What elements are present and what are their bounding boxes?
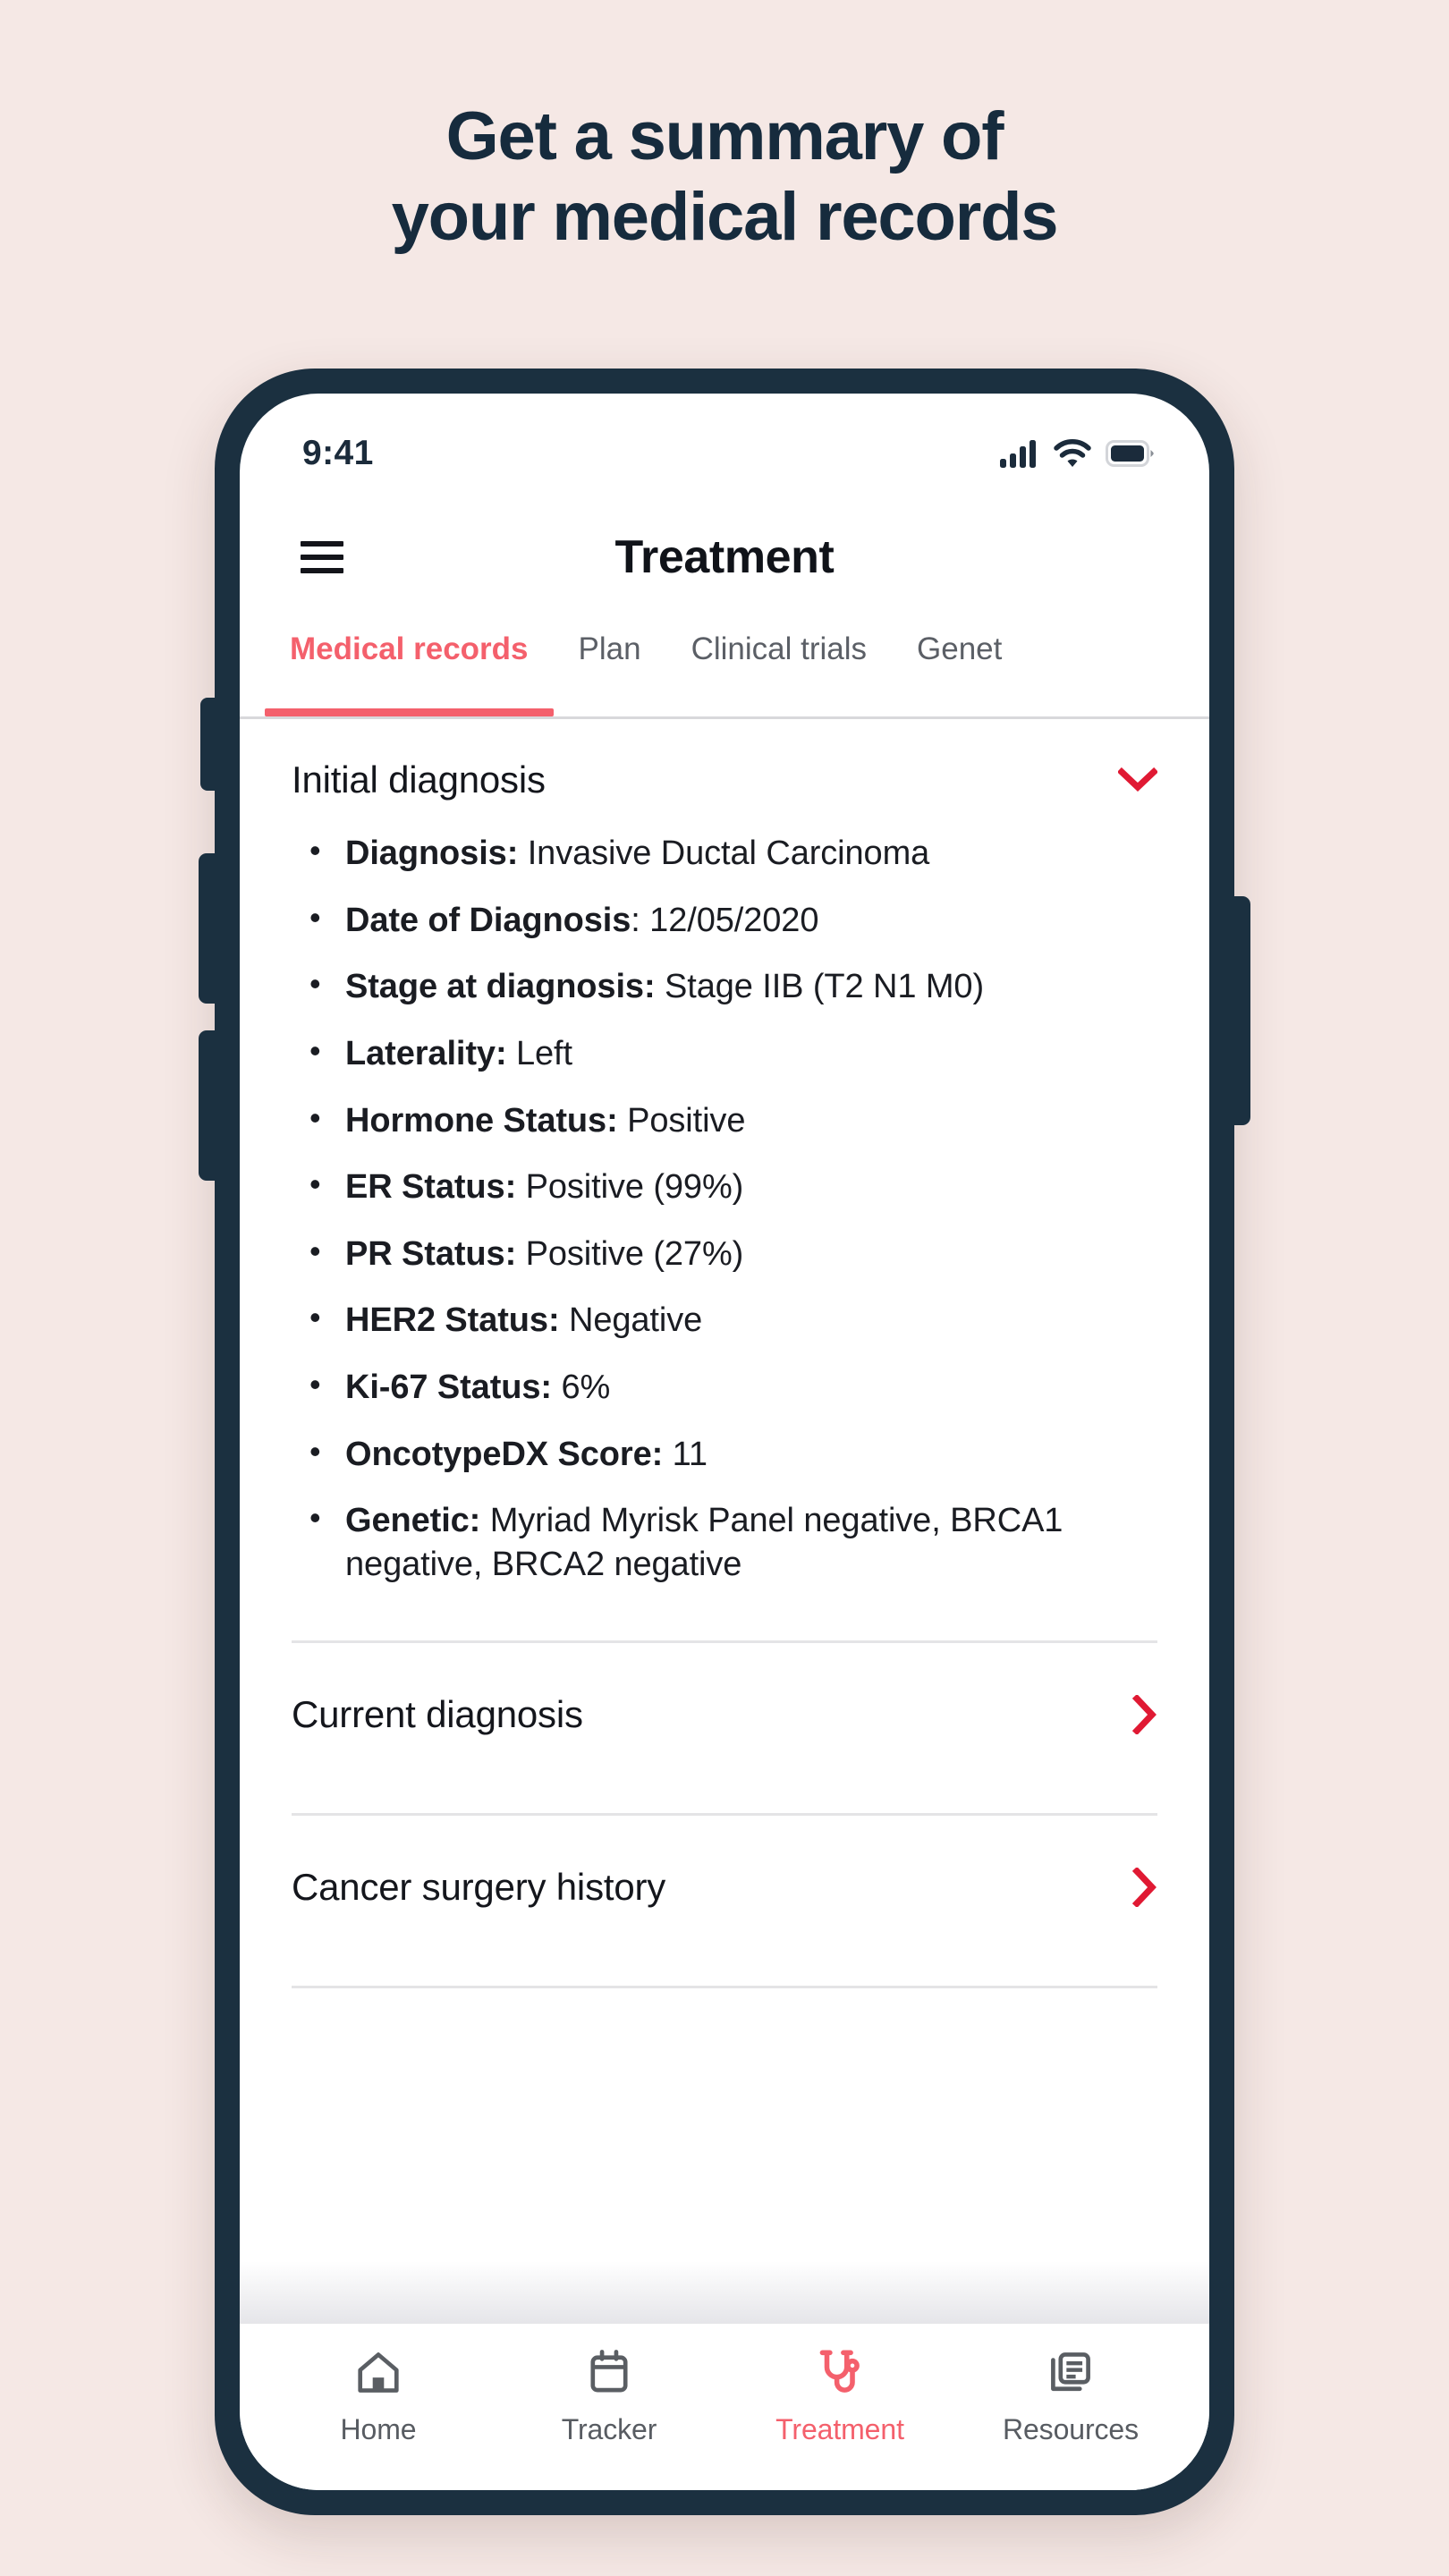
nav-label: Tracker [561,2413,657,2445]
item-label: Stage at diagnosis: [345,968,656,1006]
nav-item-resources[interactable]: Resources [955,2347,1186,2446]
medical-records-content: Initial diagnosis Diagnosis: Invasive Du… [240,719,1209,2324]
item-label: ER Status: [345,1168,517,1207]
section-header-current-diagnosis[interactable]: Current diagnosis [286,1643,1163,1786]
calendar-icon [584,2347,634,2399]
list-item: PR Status: Positive (27%) [306,1231,1163,1276]
item-label: Laterality: [345,1034,507,1072]
item-value: Positive [627,1101,746,1140]
item-value: Positive (27%) [525,1234,744,1273]
tab-label: Clinical trials [691,631,867,666]
item-label: Genetic: [345,1502,481,1540]
volume-up-button[interactable] [199,853,216,1004]
power-button[interactable] [1233,896,1250,1125]
item-value: Stage IIB (T2 N1 M0) [664,968,984,1006]
list-item: ER Status: Positive (99%) [306,1164,1163,1209]
mute-switch-button[interactable] [200,698,216,791]
stethoscope-icon [814,2347,866,2399]
phone-screen: 9:41 Treatment Medical records Plan Clin… [240,394,1209,2490]
list-item: Date of Diagnosis: 12/05/2020 [306,897,1163,943]
hamburger-bar [301,568,343,573]
article-icon [1046,2347,1096,2399]
nav-item-tracker[interactable]: Tracker [494,2347,724,2446]
headline-line-2: your medical records [391,178,1059,255]
item-label: HER2 Status: [345,1301,560,1340]
nav-label: Treatment [775,2413,904,2445]
tab-label: Plan [578,631,641,666]
hamburger-bar [301,541,343,547]
item-value: 6% [561,1368,611,1406]
tab-bar: Medical records Plan Clinical trials Gen… [240,615,1209,719]
item-label: Date of Diagnosis [345,901,631,939]
list-item: Diagnosis: Invasive Ductal Carcinoma [306,830,1163,876]
section-title: Current diagnosis [292,1692,583,1735]
tab-plan[interactable]: Plan [554,615,666,716]
hamburger-bar [301,555,343,560]
tab-label: Genet [917,631,1003,666]
nav-item-treatment[interactable]: Treatment [724,2347,955,2446]
section-title: Cancer surgery history [292,1865,666,1908]
chevron-right-icon[interactable] [1132,1867,1157,1907]
item-value: Negative [568,1301,703,1340]
item-value: Invasive Ductal Carcinoma [527,835,930,872]
headline-line-1: Get a summary of [445,98,1004,174]
page-headline: Get a summary of your medical records [0,97,1449,257]
initial-diagnosis-list: Diagnosis: Invasive Ductal Carcinoma Dat… [286,825,1163,1614]
status-bar: 9:41 [240,394,1209,501]
list-item: Hormone Status: Positive [306,1097,1163,1143]
divider [292,1985,1157,1988]
list-item: Genetic: Myriad Myrisk Panel negative, B… [306,1497,1163,1586]
list-item: Laterality: Left [306,1030,1163,1076]
item-value: Positive (99%) [525,1168,744,1207]
nav-item-home[interactable]: Home [263,2347,494,2446]
item-value: Left [515,1034,572,1072]
list-item: OncotypeDX Score: 11 [306,1431,1163,1477]
battery-icon [1106,440,1154,467]
nav-label: Resources [1002,2413,1140,2445]
status-bar-icons [1000,427,1154,468]
status-bar-time: 9:41 [302,434,374,472]
app-header: Treatment [240,499,1209,615]
tab-label: Medical records [290,631,529,666]
item-value: 11 [672,1435,708,1473]
section-title: Initial diagnosis [292,758,546,801]
section-header-initial-diagnosis[interactable]: Initial diagnosis [286,719,1163,825]
section-header-cancer-surgery-history[interactable]: Cancer surgery history [286,1816,1163,1959]
chevron-right-icon[interactable] [1132,1694,1157,1734]
signal-icon [1000,440,1036,468]
volume-down-button[interactable] [199,1030,216,1181]
item-label: OncotypeDX Score: [345,1435,664,1473]
item-label: PR Status: [345,1234,517,1273]
list-item: Stage at diagnosis: Stage IIB (T2 N1 M0) [306,963,1163,1009]
item-label: Ki-67 Status: [345,1368,552,1406]
page-title: Treatment [614,531,835,583]
list-item: HER2 Status: Negative [306,1297,1163,1343]
phone-mockup: 9:41 Treatment Medical records Plan Clin… [199,369,1250,2515]
item-label: Diagnosis: [345,835,519,872]
tab-genetics[interactable]: Genet [892,615,1027,716]
bottom-navigation-bar: Home Tracker Treatment Resources [240,2324,1209,2490]
tab-medical-records[interactable]: Medical records [265,615,554,716]
list-item: Ki-67 Status: 6% [306,1364,1163,1410]
wifi-icon [1054,439,1091,467]
item-value: : 12/05/2020 [631,901,819,939]
home-icon [353,2347,403,2399]
hamburger-menu-icon[interactable] [301,541,343,573]
chevron-down-icon[interactable] [1118,767,1157,792]
item-label: Hormone Status: [345,1101,618,1140]
nav-label: Home [340,2413,417,2445]
tab-clinical-trials[interactable]: Clinical trials [666,615,892,716]
